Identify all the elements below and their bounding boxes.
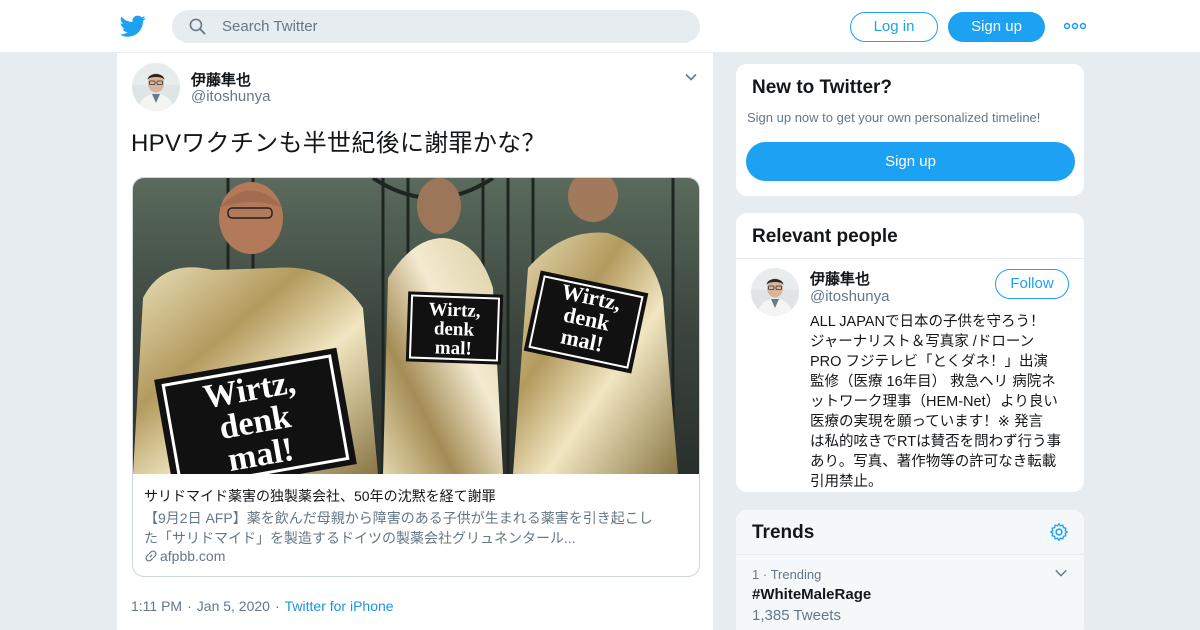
sidebar-signup-button[interactable]: Sign up xyxy=(746,142,1075,181)
tweet-metadata: 1:11 PM · Jan 5, 2020 · Twitter for iPhone xyxy=(131,598,394,614)
login-button[interactable]: Log in xyxy=(850,12,938,42)
chevron-down-icon[interactable] xyxy=(683,69,699,85)
tweet-detail: 伊藤隼也 @itoshunya HPVワクチンも半世紀後に謝罪かな？ Wirtz… xyxy=(116,53,714,630)
trends-header: Trends xyxy=(736,510,1084,555)
bio-line: あり。写真、著作物等の許可なき転載 xyxy=(810,454,1057,470)
meta-separator: · xyxy=(274,598,280,614)
relevant-person-bio: ALL JAPANで日本の子供を守ろう！ ジャーナリスト＆写真家 /ドローン P… xyxy=(810,312,1076,492)
tweet-client-link[interactable]: Twitter for iPhone xyxy=(285,598,394,614)
divider xyxy=(736,258,1084,259)
search-box[interactable] xyxy=(172,10,700,43)
link-icon xyxy=(145,550,157,562)
card-domain[interactable]: afpbb.com xyxy=(144,548,225,564)
trend-context: Trending xyxy=(770,567,822,582)
avatar-photo xyxy=(132,63,180,111)
avatar-photo xyxy=(751,268,799,316)
search-icon xyxy=(189,18,206,35)
relevant-person-handle[interactable]: @itoshunya xyxy=(810,288,889,305)
author-name[interactable]: 伊藤隼也 xyxy=(191,69,251,90)
bio-line: ットワーク理事（HEM-Net）より良い xyxy=(810,394,1058,410)
link-preview-card[interactable]: Wirtz, denk mal! Wirtz, denk mal! Wirtz,… xyxy=(132,177,700,577)
new-to-twitter-subtitle: Sign up now to get your own personalized… xyxy=(747,110,1041,125)
bio-line: ALL JAPANで日本の子供を守ろう！ xyxy=(810,314,1045,330)
search-input[interactable] xyxy=(222,10,682,43)
relevant-person-avatar[interactable] xyxy=(751,268,799,316)
signup-button[interactable]: Sign up xyxy=(948,12,1045,42)
bio-line: 引用禁止。 xyxy=(810,474,883,490)
bio-line: PRO フジテレビ「とくダネ！」出演 xyxy=(810,354,1049,370)
card-image: Wirtz, denk mal! Wirtz, denk mal! Wirtz,… xyxy=(133,178,699,474)
tweet-date[interactable]: Jan 5, 2020 xyxy=(197,598,270,614)
tweet-time[interactable]: 1:11 PM xyxy=(131,598,182,614)
card-sign-text: mal! xyxy=(434,337,472,359)
bio-line: 医療の実現を願っています！※ 発言 xyxy=(810,414,1043,430)
top-navigation-bar: Log in Sign up xyxy=(0,0,1200,53)
trend-rank-number: 1 xyxy=(752,567,760,582)
new-to-twitter-module: New to Twitter? Sign up now to get your … xyxy=(735,63,1085,197)
follow-button[interactable]: Follow xyxy=(995,269,1069,299)
card-domain-text: afpbb.com xyxy=(160,548,226,564)
trends-title: Trends xyxy=(752,522,815,543)
card-title[interactable]: サリドマイド薬害の独製薬会社、50年の沈黙を経て謝罪 xyxy=(144,486,496,506)
bio-line: ジャーナリスト＆写真家 /ドローン xyxy=(810,334,1035,350)
relevant-people-title: Relevant people xyxy=(752,226,898,247)
meta-separator: · xyxy=(187,598,192,614)
gear-icon[interactable] xyxy=(1049,522,1069,542)
chevron-down-icon[interactable] xyxy=(1054,566,1068,580)
relevant-people-module: Relevant people 伊藤隼也 @itoshunya Follow A… xyxy=(735,212,1085,493)
card-description-line: 【9月2日 AFP】薬を飲んだ母親から障害のある子供が生まれる薬害を引き起こし xyxy=(144,510,653,526)
bio-line: 監修（医療 16年目） 救急ヘリ 病院ネ xyxy=(810,374,1056,390)
author-handle[interactable]: @itoshunya xyxy=(191,88,270,105)
relevant-person-name[interactable]: 伊藤隼也 xyxy=(810,268,870,289)
trend-tweet-count: 1,385 Tweets xyxy=(752,607,841,624)
tweet-text: HPVワクチンも半世紀後に謝罪かな？ xyxy=(131,130,546,157)
bio-line: は私的呟きでRTは賛否を問わず行う事 xyxy=(810,434,1062,450)
card-description: 【9月2日 AFP】薬を飲んだ母親から障害のある子供が生まれる薬害を引き起こし … xyxy=(144,508,694,548)
twitter-bird-logo-icon[interactable] xyxy=(119,13,147,39)
more-options-icon[interactable] xyxy=(1064,20,1086,32)
trends-module: Trends 1 · Trending #WhiteMaleRage 1,385… xyxy=(735,509,1085,630)
card-description-line: た「サリドマイド」を製造するドイツの製薬会社グリュネンタール... xyxy=(144,530,576,546)
trend-rank: 1 · Trending xyxy=(752,567,822,582)
trend-hashtag[interactable]: #WhiteMaleRage xyxy=(752,586,871,603)
author-avatar[interactable] xyxy=(132,63,180,111)
new-to-twitter-title: New to Twitter? xyxy=(752,77,893,98)
